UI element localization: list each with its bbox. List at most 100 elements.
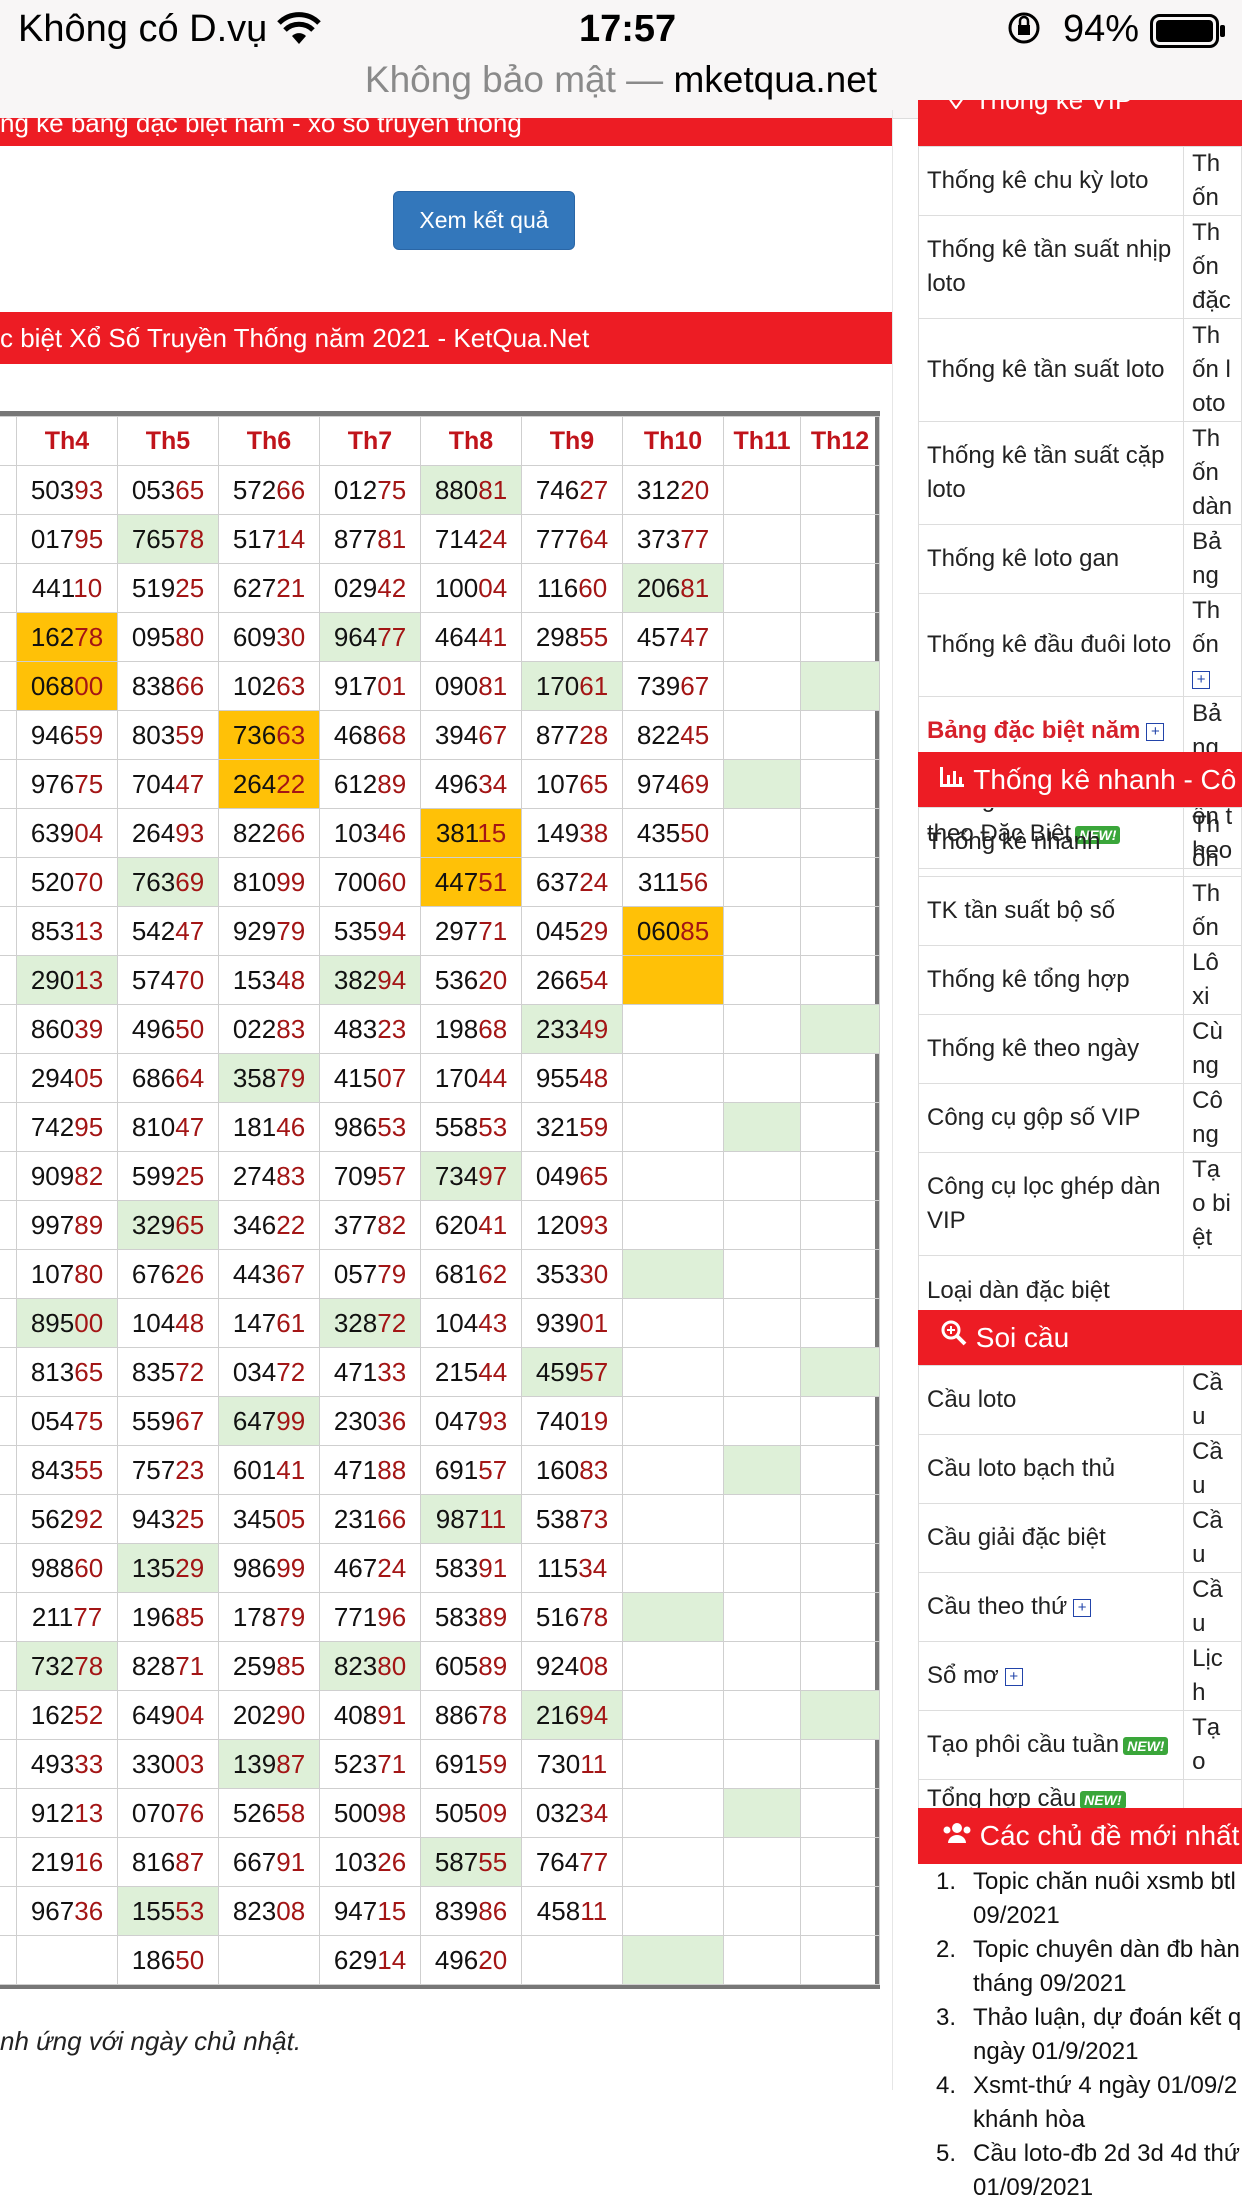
topic-line-2[interactable]: 01/09/2021 <box>973 2171 1093 2205</box>
topic-line-2[interactable]: 09/2021 <box>973 1899 1060 1933</box>
topic-line-1[interactable]: Topic chuyên dàn đb hàn <box>973 1933 1240 1967</box>
sidebar-row[interactable]: Sổ mơ + Lịch <box>917 1641 1242 1711</box>
table-cell: 41507 <box>319 1053 421 1103</box>
sidebar-link-alt[interactable]: Cùng <box>1183 1014 1242 1084</box>
topic-line-1[interactable]: Cầu loto-đb 2d 3d 4d thứ <box>973 2137 1240 2171</box>
sidebar-row[interactable]: Thống kê loto gan Bảng <box>917 524 1242 594</box>
sidebar-link[interactable]: Tạo phôi cầu tuần NEW! <box>917 1710 1185 1780</box>
sidebar-link[interactable]: TK tần suất bộ số <box>917 876 1185 946</box>
table-cell: 26654 <box>521 955 623 1005</box>
sidebar-link[interactable]: Công cụ lọc ghép dàn VIP <box>917 1152 1185 1256</box>
sidebar-link-alt[interactable]: Cầu <box>1183 1503 1242 1573</box>
sidebar-row[interactable]: Thống kê tổng hợp Lô xi <box>917 945 1242 1015</box>
view-results-button[interactable]: Xem kết quả <box>393 191 575 250</box>
last-two-digits: 05 <box>276 1503 306 1534</box>
expand-plus-icon[interactable]: + <box>1192 670 1211 689</box>
sidebar-link-alt[interactable]: Tạo biệt <box>1183 1152 1242 1256</box>
sidebar-link[interactable]: Sổ mơ + <box>917 1641 1185 1711</box>
sidebar-link-alt[interactable]: Cầu <box>1183 1572 1242 1642</box>
topic-line-2[interactable]: khánh hòa <box>973 2103 1085 2137</box>
topic-line-1[interactable]: Thảo luận, dự đoán kết q <box>973 2001 1241 2035</box>
table-cell <box>800 612 880 662</box>
table-cell: 3 <box>0 1592 17 1642</box>
sidebar-link-alt[interactable]: Thốn <box>1183 146 1242 216</box>
sidebar-link-alt[interactable]: Thốn <box>1183 876 1242 946</box>
sidebar-link[interactable]: Thống kê tổng hợp <box>917 945 1185 1015</box>
table-cell: 04965 <box>521 1151 623 1201</box>
sidebar-link[interactable]: Thống kê theo ngày <box>917 1014 1185 1084</box>
table-cell: 23349 <box>521 1004 623 1054</box>
sidebar-row[interactable]: Công cụ gộp số VIP Công <box>917 1083 1242 1153</box>
table-cell <box>723 857 801 907</box>
table-cell <box>800 906 880 956</box>
sidebar-link[interactable]: Cầu giải đặc biệt <box>917 1503 1185 1573</box>
sidebar-link[interactable]: Thống kê chu kỳ loto <box>917 146 1185 216</box>
sidebar-link[interactable]: Công cụ gộp số VIP <box>917 1083 1185 1153</box>
sidebar-row[interactable]: TK tần suất bộ số Thốn <box>917 876 1242 946</box>
table-cell: 39467 <box>420 710 522 760</box>
sidebar-link-alt[interactable]: Cầu <box>1183 1434 1242 1504</box>
topic-line-2[interactable]: ngày 01/9/2021 <box>973 2035 1138 2069</box>
last-two-digits: 81 <box>478 670 508 701</box>
sidebar-row[interactable]: Thống kê đầu đuôi loto Thốn + <box>917 593 1242 697</box>
sidebar-row[interactable]: Cầu theo thứ + Cầu <box>917 1572 1242 1642</box>
expand-plus-icon[interactable]: + <box>1004 1667 1023 1686</box>
expand-plus-icon[interactable]: + <box>1073 1598 1092 1617</box>
table-cell: 20290 <box>218 1690 320 1740</box>
new-badge: NEW! <box>1123 1736 1169 1755</box>
sidebar-row[interactable]: Thống kê chu kỳ loto Thốn <box>917 146 1242 216</box>
topic-line-1[interactable]: Xsmt-thứ 4 ngày 01/09/2 <box>973 2069 1237 2103</box>
last-two-digits: 89 <box>377 768 407 799</box>
sidebar-link-alt[interactable]: Tạo <box>1183 1710 1242 1780</box>
sidebar-link[interactable]: Thống kê nhanh <box>917 807 1185 877</box>
sidebar-link[interactable]: Cầu loto <box>917 1365 1185 1435</box>
table-cell: 74627 <box>521 465 623 515</box>
sidebar-row[interactable]: Cầu loto bạch thủ Cầu <box>917 1434 1242 1504</box>
table-cell: 87781 <box>319 514 421 564</box>
table-row: 2107806762644367057796816235330 <box>0 1249 880 1299</box>
sidebar-row[interactable]: Thống kê theo ngày Cùng <box>917 1014 1242 1084</box>
sidebar-link-alt[interactable]: Lịch <box>1183 1641 1242 1711</box>
sidebar-row[interactable]: Thống kê tần suất nhịp loto Thốn đặc <box>917 215 1242 319</box>
sidebar-link-alt[interactable]: Cầu <box>1183 1365 1242 1435</box>
sidebar-link[interactable]: Cầu loto bạch thủ <box>917 1434 1185 1504</box>
sidebar-link-alt[interactable]: Bảng <box>1183 524 1242 594</box>
table-cell: 02942 <box>319 563 421 613</box>
sidebar-link-alt[interactable]: Thốn + <box>1183 593 1242 697</box>
sidebar-link-alt[interactable]: Lô xi <box>1183 945 1242 1015</box>
expand-plus-icon[interactable]: + <box>1146 722 1165 741</box>
last-two-digits: 99 <box>276 1552 306 1583</box>
sidebar-link-alt[interactable]: Thốn loto <box>1183 318 1242 422</box>
last-two-digits: 93 <box>579 1209 609 1240</box>
sidebar-row[interactable]: Công cụ lọc ghép dàn VIP Tạo biệt <box>917 1152 1242 1256</box>
table-cell <box>521 1935 623 1985</box>
last-two-digits: 48 <box>175 1307 205 1338</box>
sidebar-link[interactable]: Thống kê tần suất loto <box>917 318 1185 422</box>
sidebar-row[interactable]: Cầu loto Cầu <box>917 1365 1242 1435</box>
sidebar-row[interactable]: Thống kê tần suất loto Thốn loto <box>917 318 1242 422</box>
sidebar-link[interactable]: Thống kê loto gan <box>917 524 1185 594</box>
last-two-digits: 00 <box>74 1307 104 1338</box>
topic-line-1[interactable]: Topic chăn nuôi xsmb btl <box>973 1865 1236 1899</box>
sidebar-row[interactable]: Cầu giải đặc biệt Cầu <box>917 1503 1242 1573</box>
sidebar-link-alt[interactable]: Thốn <box>1183 807 1242 877</box>
sidebar-row[interactable]: Thống kê tần suất cặp loto Thốn dàn <box>917 421 1242 525</box>
sidebar-link-alt[interactable]: Thốn đặc <box>1183 215 1242 319</box>
sidebar-row[interactable]: Tạo phôi cầu tuần NEW! Tạo <box>917 1710 1242 1780</box>
topic-number: 4. <box>936 2072 957 2099</box>
table-cell: 64799 <box>218 1396 320 1446</box>
sidebar-link[interactable]: Thống kê tần suất cặp loto <box>917 421 1185 525</box>
last-two-digits: 16 <box>74 1846 104 1877</box>
month-header: Th10 <box>622 416 724 466</box>
sidebar-link[interactable]: Thống kê đầu đuôi loto <box>917 593 1185 697</box>
sidebar-row[interactable]: Thống kê nhanh Thốn <box>917 807 1242 877</box>
sidebar-link[interactable]: Cầu theo thứ + <box>917 1572 1185 1642</box>
table-cell: 5 <box>0 857 17 907</box>
table-cell: 33003 <box>117 1739 219 1789</box>
topic-line-2[interactable]: tháng 09/2021 <box>973 1967 1126 2001</box>
sidebar-link-alt[interactable]: Thốn dàn <box>1183 421 1242 525</box>
last-two-digits: 66 <box>276 817 306 848</box>
sidebar-link[interactable]: Thống kê tần suất nhịp loto <box>917 215 1185 319</box>
sidebar-link-alt[interactable]: Công <box>1183 1083 1242 1153</box>
table-cell: 95548 <box>521 1053 623 1103</box>
